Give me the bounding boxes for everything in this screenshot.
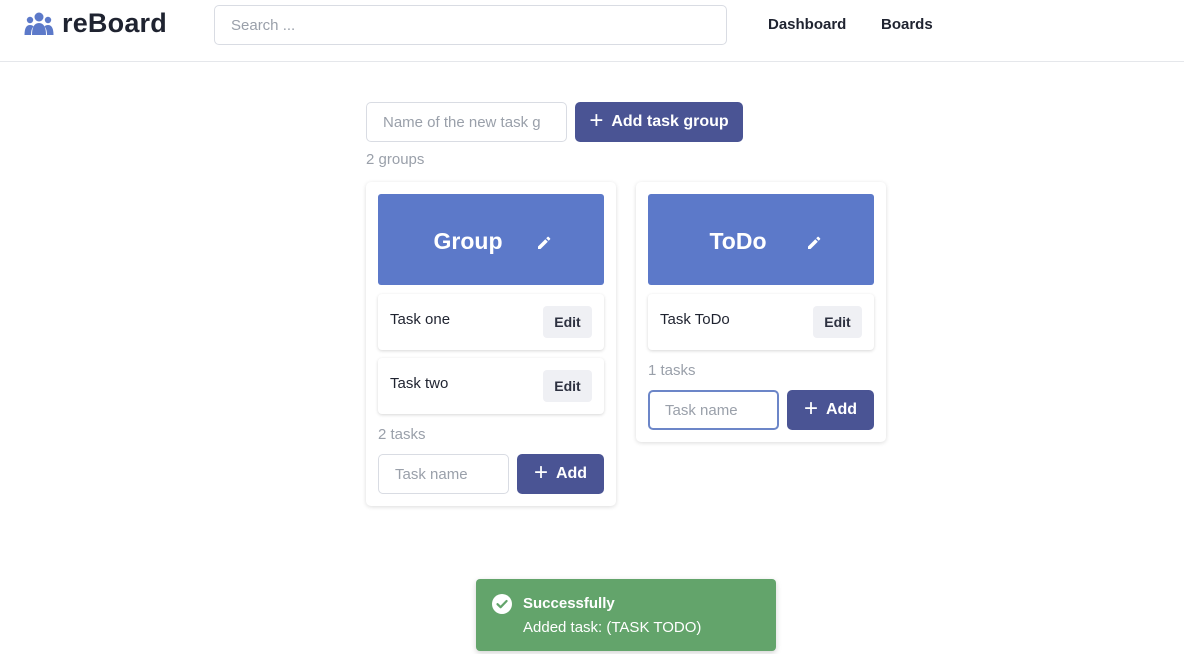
nav-link-boards[interactable]: Boards xyxy=(881,16,933,33)
task-name-input[interactable] xyxy=(378,454,509,494)
group-title: ToDo xyxy=(709,228,767,254)
check-circle-icon xyxy=(492,594,512,614)
new-group-name-input[interactable] xyxy=(366,102,567,142)
task-item: Task ToDo Edit xyxy=(648,294,874,350)
plus-icon: + xyxy=(803,395,818,422)
tasks-count: 2 tasks xyxy=(378,426,426,443)
search-input[interactable] xyxy=(214,5,727,45)
task-name-input[interactable] xyxy=(648,390,779,430)
app-name: reBoard xyxy=(62,7,167,38)
plus-icon: + xyxy=(533,459,548,486)
task-group-card: Group Task one Edit Task two Edit 2 task… xyxy=(366,182,616,506)
toast-message: Added task: (TASK TODO) xyxy=(523,619,702,636)
add-task-label: Add xyxy=(825,401,858,418)
task-item: Task two Edit xyxy=(378,358,604,414)
task-name: Task ToDo xyxy=(660,311,730,328)
groups-count: 2 groups xyxy=(366,151,425,168)
edit-task-button[interactable]: Edit xyxy=(813,306,862,338)
plus-icon: + xyxy=(589,107,604,134)
tasks-count: 1 tasks xyxy=(648,362,696,379)
top-navbar: reBoard Dashboard Boards xyxy=(0,0,1184,62)
edit-task-button[interactable]: Edit xyxy=(543,306,592,338)
toast-title: Successfully xyxy=(523,595,615,612)
task-item: Task one Edit xyxy=(378,294,604,350)
task-name: Task one xyxy=(390,311,451,328)
add-task-button[interactable]: + Add xyxy=(517,454,604,494)
users-icon xyxy=(24,12,54,35)
task-name: Task two xyxy=(390,375,449,392)
pencil-icon[interactable] xyxy=(537,236,551,250)
success-toast[interactable]: Successfully Added task: (TASK TODO) xyxy=(476,579,776,651)
group-title: Group xyxy=(433,228,503,254)
nav-link-dashboard[interactable]: Dashboard xyxy=(768,16,846,33)
group-header: Group xyxy=(378,194,604,285)
add-task-group-button[interactable]: + Add task group xyxy=(575,102,743,142)
add-task-button[interactable]: + Add xyxy=(787,390,874,430)
pencil-icon[interactable] xyxy=(807,236,821,250)
group-header: ToDo xyxy=(648,194,874,285)
add-task-group-label: Add task group xyxy=(611,113,729,130)
add-task-label: Add xyxy=(555,465,588,482)
edit-task-button[interactable]: Edit xyxy=(543,370,592,402)
task-group-card: ToDo Task ToDo Edit 1 tasks + Add xyxy=(636,182,886,442)
app-logo[interactable]: reBoard xyxy=(24,6,167,40)
